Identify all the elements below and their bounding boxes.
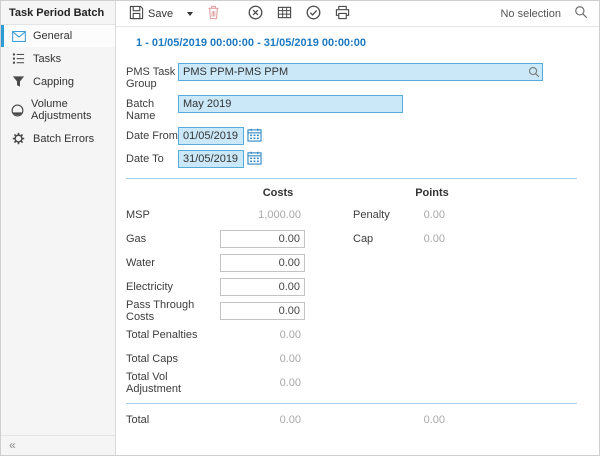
sidebar-item-label: Batch Errors (33, 133, 94, 145)
row-label: Cap (353, 233, 405, 245)
collapse-sidebar-button[interactable]: « (9, 438, 16, 452)
approve-button[interactable] (303, 3, 324, 25)
total-label: Total (126, 414, 220, 426)
sidebar-item-batch-errors[interactable]: Batch Errors (1, 127, 115, 150)
gear-error-icon (11, 132, 26, 145)
row-label: Total Penalties (126, 329, 220, 341)
lookup-search-icon[interactable] (528, 66, 540, 81)
sidebar-item-label: Volume Adjustments (31, 98, 111, 122)
total-costs-value: 0.00 (220, 414, 305, 426)
row-label: Penalty (353, 209, 405, 221)
pms-task-group-label: PMS Task Group (126, 63, 178, 90)
section-divider (126, 178, 577, 179)
calendar-icon (247, 128, 262, 145)
pass-through-costs-input[interactable] (220, 302, 305, 320)
costs-column-header: Costs (238, 187, 318, 199)
sidebar-nav: General Tasks Capping Volume Adjustments… (1, 25, 115, 150)
calendar-icon (247, 151, 262, 168)
save-button[interactable]: Save (126, 3, 176, 25)
points-column-header: Points (402, 187, 462, 199)
chevron-down-icon (187, 12, 193, 16)
record-header: 1 - 01/05/2019 00:00:00 - 31/05/2019 00:… (136, 37, 587, 49)
grid-view-button[interactable] (274, 3, 295, 25)
pms-task-group-input[interactable] (178, 63, 543, 81)
sidebar: Task Period Batch General Tasks Capping … (1, 1, 116, 455)
save-label: Save (148, 8, 173, 20)
date-from-row: Date From (126, 127, 587, 145)
row-label: Water (126, 257, 220, 269)
row-label: Gas (126, 233, 220, 245)
sidebar-title: Task Period Batch (1, 1, 115, 25)
row-label: MSP (126, 209, 220, 221)
save-icon (129, 5, 144, 23)
total-caps-value: 0.00 (220, 353, 305, 365)
cancel-circle-icon (248, 5, 263, 23)
sidebar-item-label: Tasks (33, 53, 61, 65)
printer-icon (335, 5, 350, 23)
date-to-row: Date To (126, 150, 587, 168)
delete-button[interactable] (204, 3, 223, 25)
total-penalties-value: 0.00 (220, 329, 305, 341)
row-label: Electricity (126, 281, 220, 293)
save-dropdown-button[interactable] (184, 10, 196, 18)
total-points-value: 0.00 (405, 414, 445, 426)
table-row-gas: Gas Cap 0.00 (126, 227, 587, 251)
pms-task-group-row: PMS Task Group (126, 63, 587, 90)
half-circle-gauge-icon (11, 104, 24, 117)
sidebar-footer: « (1, 435, 115, 455)
table-row-total-caps: Total Caps 0.00 (126, 347, 587, 371)
list-icon (11, 52, 26, 65)
print-button[interactable] (332, 3, 353, 25)
check-circle-icon (306, 5, 321, 23)
date-from-input[interactable] (178, 127, 244, 145)
mail-icon (11, 31, 26, 42)
table-row-electricity: Electricity (126, 275, 587, 299)
grid-header-row: Costs Points (126, 183, 587, 203)
sidebar-item-label: Capping (33, 76, 74, 88)
task-period-batch-window: Task Period Batch General Tasks Capping … (0, 0, 600, 456)
selection-status: No selection (500, 8, 561, 20)
msp-value: 1,000.00 (220, 209, 305, 221)
table-row-msp: MSP 1,000.00 Penalty 0.00 (126, 203, 587, 227)
batch-name-label: Batch Name (126, 95, 178, 122)
row-label: Pass Through Costs (126, 299, 220, 323)
date-to-input[interactable] (178, 150, 244, 168)
penalty-value: 0.00 (405, 209, 445, 221)
table-grid-icon (277, 5, 292, 23)
search-icon (574, 5, 588, 22)
gas-input[interactable] (220, 230, 305, 248)
table-row-pass-through-costs: Pass Through Costs (126, 299, 587, 323)
row-label: Total Vol Adjustment (126, 371, 220, 395)
table-row-total: Total 0.00 0.00 (126, 408, 587, 432)
search-button[interactable] (571, 3, 591, 24)
sidebar-item-general[interactable]: General (1, 25, 115, 47)
content: 1 - 01/05/2019 00:00:00 - 31/05/2019 00:… (116, 27, 599, 455)
water-input[interactable] (220, 254, 305, 272)
batch-name-row: Batch Name (126, 95, 587, 122)
sidebar-item-tasks[interactable]: Tasks (1, 47, 115, 70)
table-row-water: Water (126, 251, 587, 275)
sidebar-item-capping[interactable]: Capping (1, 70, 115, 93)
cancel-button[interactable] (245, 3, 266, 25)
row-label: Total Caps (126, 353, 220, 365)
total-vol-adjustment-value: 0.00 (220, 377, 305, 389)
sidebar-item-volume-adjustments[interactable]: Volume Adjustments (1, 93, 115, 127)
toolbar: Save No selection (116, 1, 599, 27)
pms-task-group-field-wrap (178, 63, 543, 81)
funnel-icon (11, 75, 26, 88)
total-divider (126, 403, 577, 404)
date-to-calendar-button[interactable] (247, 150, 262, 168)
electricity-input[interactable] (220, 278, 305, 296)
date-to-label: Date To (126, 150, 178, 165)
sidebar-item-label: General (33, 30, 72, 42)
table-row-total-vol-adjustment: Total Vol Adjustment 0.00 (126, 371, 587, 395)
batch-name-input[interactable] (178, 95, 403, 113)
table-row-total-penalties: Total Penalties 0.00 (126, 323, 587, 347)
cap-value: 0.00 (405, 233, 445, 245)
trash-icon (207, 5, 220, 23)
date-from-calendar-button[interactable] (247, 127, 262, 145)
main-area: Save No selection 1 - 01/ (116, 1, 599, 455)
date-from-label: Date From (126, 127, 178, 142)
